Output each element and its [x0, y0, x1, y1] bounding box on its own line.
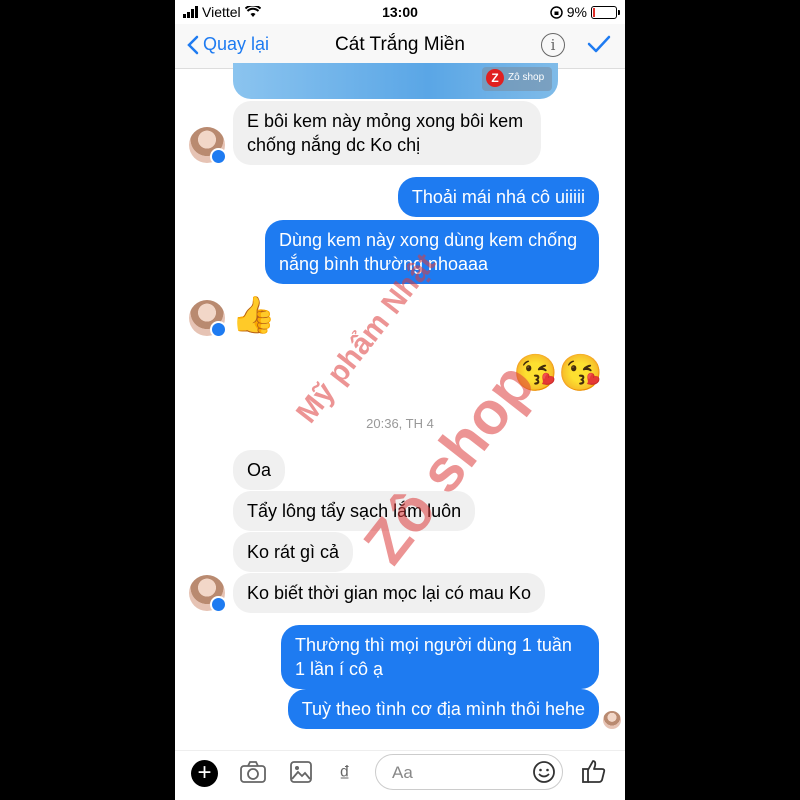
currency-icon[interactable]: ₫: [339, 761, 350, 787]
orientation-lock-icon: [550, 5, 563, 19]
messenger-badge-icon: [210, 596, 227, 613]
messenger-badge-icon: [210, 148, 227, 165]
message-bubble-incoming[interactable]: E bôi kem này mỏng xong bôi kem chống nắ…: [233, 101, 541, 165]
messenger-screen: Viettel 13:00 9% Quay lại Cát Trắng Miền…: [175, 0, 625, 800]
contact-avatar[interactable]: [189, 127, 227, 165]
battery-percent: 9%: [566, 4, 587, 20]
status-bar: Viettel 13:00 9%: [175, 0, 625, 24]
checkmark-icon[interactable]: [587, 34, 611, 59]
plus-icon[interactable]: +: [191, 760, 218, 787]
seen-avatar: [603, 711, 621, 729]
emoji-icon[interactable]: [532, 760, 556, 789]
battery-fill: [593, 7, 595, 17]
message-bubble-incoming[interactable]: Ko biết thời gian mọc lại có mau Ko: [233, 573, 545, 613]
contact-avatar[interactable]: [189, 575, 227, 613]
thumbs-up-emoji[interactable]: 👍: [231, 295, 276, 335]
message-bubble-outgoing[interactable]: Thoải mái nhá cô uiiiii: [397, 177, 599, 217]
message-input[interactable]: Aa: [375, 754, 563, 790]
messenger-badge-icon: [210, 321, 227, 338]
message-bubble-incoming[interactable]: Oa: [233, 450, 286, 490]
contact-avatar[interactable]: [189, 300, 227, 338]
shared-image[interactable]: Z Zô shop: [233, 63, 558, 99]
message-input-placeholder: Aa: [392, 763, 413, 782]
photo-icon[interactable]: [289, 760, 313, 789]
logo-mark: Z: [486, 69, 504, 87]
kiss-emoji[interactable]: 😘😘: [513, 353, 603, 393]
thumbs-up-icon[interactable]: [581, 758, 607, 789]
battery-group: 9%: [550, 4, 620, 20]
battery-icon: [591, 5, 620, 19]
message-bubble-outgoing[interactable]: Thường thì mọi người dùng 1 tuần 1 lần í…: [281, 625, 599, 689]
message-bubble-outgoing[interactable]: Dùng kem này xong dùng kem chống nắng bì…: [265, 220, 599, 284]
message-bubble-incoming[interactable]: Tẩy lông tẩy sạch lắm luôn: [233, 491, 476, 531]
info-icon[interactable]: i: [541, 33, 565, 57]
message-timestamp: 20:36, TH 4: [366, 416, 434, 431]
message-composer: + ₫ Aa: [175, 750, 625, 800]
message-bubble-outgoing[interactable]: Tuỳ theo tình cơ địa mình thôi hehe: [287, 689, 599, 729]
message-list[interactable]: Z Zô shop E bôi kem này mỏng xong bôi ke…: [175, 63, 625, 749]
logo-text: Zô shop: [508, 72, 545, 83]
shop-logo: Z Zô shop: [482, 67, 552, 91]
camera-icon[interactable]: [239, 760, 267, 789]
message-bubble-incoming[interactable]: Ko rát gì cả: [233, 532, 354, 572]
